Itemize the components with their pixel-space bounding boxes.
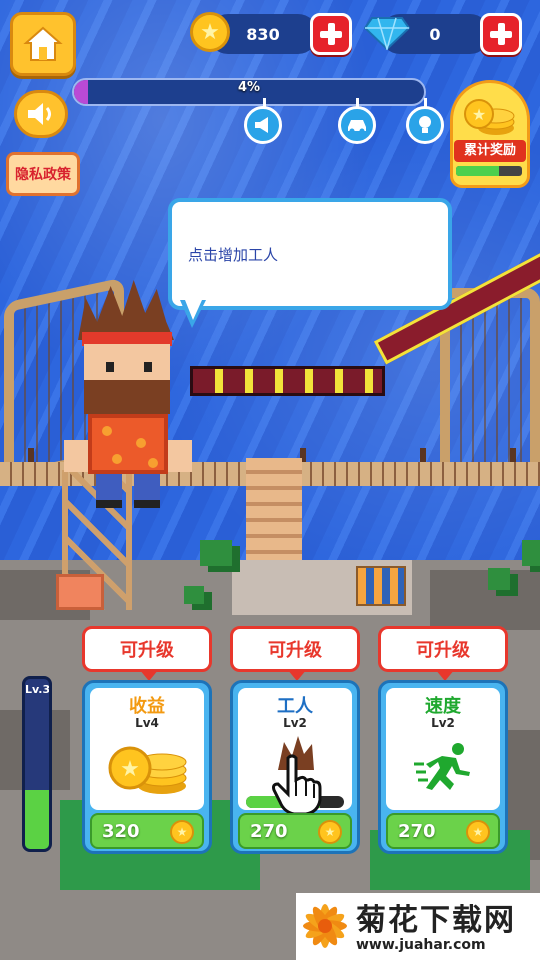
- coin-icon: ★: [170, 820, 194, 844]
- upgrade-price: 270: [398, 821, 436, 842]
- lightbulb-icon[interactable]: [406, 106, 444, 144]
- megaphone-icon[interactable]: [244, 106, 282, 144]
- worker-character: [64, 280, 194, 520]
- gem-amount: 0: [429, 24, 441, 44]
- upgrade-card-workers[interactable]: 工人 Lv2 270 ★: [230, 680, 360, 854]
- upgradeable-tag: 可升级: [82, 626, 212, 681]
- upgrade-card-income[interactable]: 收益 Lv4 ★ 320 ★: [82, 680, 212, 854]
- level-meter-label: Lv.3: [25, 683, 51, 696]
- cumulative-reward-button[interactable]: ★ 累计奖励: [450, 80, 530, 188]
- cumulative-reward-progress: [456, 166, 522, 176]
- cumulative-reward-label: 累计奖励: [454, 140, 526, 162]
- coin-icon: ★: [318, 820, 342, 844]
- upgrade-price: 320: [102, 821, 140, 842]
- pallet: [356, 566, 406, 606]
- upgrade-income-button[interactable]: 320 ★: [90, 813, 204, 849]
- upgradeable-tag: 可升级: [378, 626, 508, 681]
- sound-button[interactable]: [14, 90, 68, 138]
- coin-icon: ★: [190, 12, 230, 52]
- upgrade-card-speed[interactable]: 速度 Lv2 270 ★: [378, 680, 508, 854]
- bridge-post: [510, 448, 516, 462]
- level-meter-fill: [25, 789, 49, 849]
- svg-text:★: ★: [472, 105, 486, 124]
- upgrade-title: 工人: [277, 696, 313, 717]
- flower-logo-icon: [303, 904, 347, 948]
- speaker-icon: [28, 103, 51, 125]
- upgradeable-tag: 可升级: [230, 626, 360, 681]
- upgrade-level: Lv2: [283, 716, 307, 730]
- upgrade-speed-button[interactable]: 270 ★: [386, 813, 500, 849]
- car-icon[interactable]: [338, 106, 376, 144]
- coins-icon: ★: [108, 746, 187, 794]
- coin-amount: 830: [246, 24, 280, 44]
- diamond-icon: [364, 17, 410, 50]
- level-progress-text: 4%: [237, 80, 261, 95]
- add-coins-button[interactable]: [310, 13, 352, 55]
- watermark-url: www.juahar.com: [356, 937, 486, 953]
- tip-text: 点击增加工人: [188, 246, 279, 264]
- running-man-icon: [414, 743, 470, 790]
- upgrade-level: Lv4: [135, 716, 159, 730]
- bush: [200, 540, 232, 566]
- upgrade-title: 速度: [425, 696, 461, 717]
- stairs: [246, 458, 302, 562]
- upgrade-level: Lv2: [431, 716, 455, 730]
- svg-text:★: ★: [120, 757, 140, 782]
- privacy-policy-button[interactable]: 隐私政策: [6, 152, 80, 196]
- coin-icon: ★: [466, 820, 490, 844]
- coins-stack-icon: ★: [464, 99, 515, 135]
- machine-bar: [190, 366, 385, 396]
- crate: [56, 574, 104, 610]
- level-meter: Lv.3: [22, 676, 52, 852]
- watermark: 菊花下载网 www.juahar.com: [296, 893, 540, 960]
- bridge-post: [28, 448, 34, 462]
- home-button[interactable]: [10, 12, 76, 76]
- hand-pointer-icon: [272, 754, 322, 816]
- upgrade-workers-button[interactable]: 270 ★: [238, 813, 352, 849]
- bush: [488, 568, 510, 590]
- watermark-title: 菊花下载网: [356, 903, 516, 938]
- add-gems-button[interactable]: [480, 13, 522, 55]
- upgrade-title: 收益: [129, 696, 165, 717]
- tip-bubble: 点击增加工人: [168, 198, 452, 310]
- upgrade-price: 270: [250, 821, 288, 842]
- home-icon: [23, 26, 63, 61]
- bush: [522, 540, 540, 566]
- bridge-post: [420, 448, 426, 462]
- privacy-policy-label: 隐私政策: [15, 167, 71, 183]
- bush: [184, 586, 204, 604]
